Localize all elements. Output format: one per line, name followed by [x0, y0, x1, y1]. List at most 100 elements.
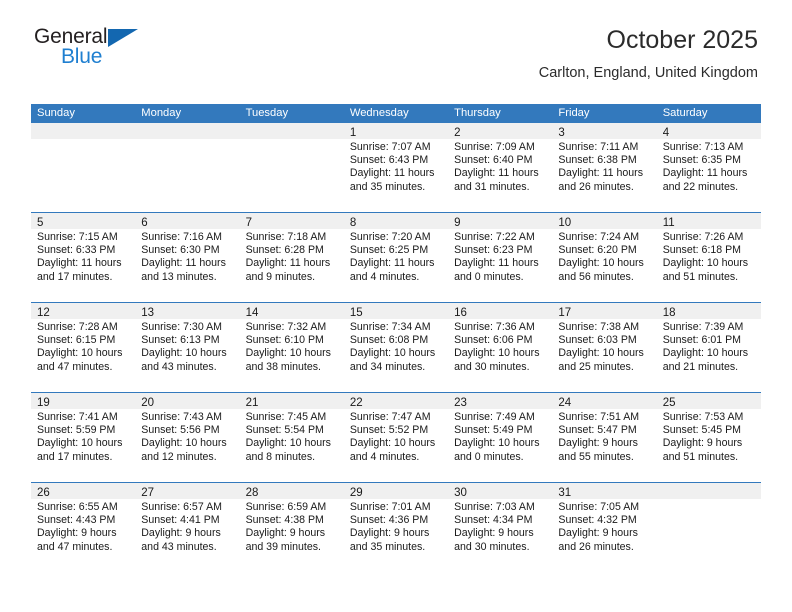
day-sun-info: Sunrise: 7:34 AM Sunset: 6:08 PM Daylight:…: [344, 319, 448, 374]
sunrise-text: Sunrise: 7:18 AM: [245, 231, 327, 243]
calendar-day-cell[interactable]: 2 Sunrise: 7:09 AM Sunset: 6:40 PM Daylight…: [448, 123, 553, 212]
calendar-day-cell[interactable]: 31 Sunrise: 7:05 AM Sunset: 4:32 PM Dayligh…: [552, 483, 657, 572]
day-number: 28: [245, 487, 259, 499]
sunrise-text: Sunrise: 6:57 AM: [141, 501, 222, 513]
day-number: 17: [558, 307, 572, 319]
calendar-day-cell[interactable]: 1 Sunrise: 7:07 AM Sunset: 6:43 PM Daylight…: [343, 123, 449, 212]
day-number: 20: [141, 397, 155, 409]
sunset-text: Sunset: 6:20 PM: [558, 244, 637, 257]
sunset-text: Sunset: 5:54 PM: [245, 424, 324, 437]
calendar-day-cell[interactable]: 29 Sunrise: 7:01 AM Sunset: 4:36 PM Dayligh…: [343, 483, 449, 572]
calendar-day-cell[interactable]: 20 Sunrise: 7:43 AM Sunset: 5:56 PM Dayligh…: [135, 393, 240, 482]
day-number-band: [656, 483, 761, 499]
day-number: 8: [349, 217, 357, 229]
calendar-day-cell[interactable]: 7 Sunrise: 7:18 AM Sunset: 6:28 PM Daylight…: [239, 213, 344, 302]
daylight-text: Daylight: 10 hours and 17 minutes.: [37, 437, 123, 463]
sunrise-text: Sunrise: 7:39 AM: [662, 321, 744, 333]
day-number-band: 13: [135, 303, 240, 319]
calendar-day-cell[interactable]: 8 Sunrise: 7:20 AM Sunset: 6:25 PM Daylight…: [343, 213, 449, 302]
day-number-band: [135, 123, 240, 139]
calendar-day-cell[interactable]: 30 Sunrise: 7:03 AM Sunset: 4:34 PM Dayligh…: [448, 483, 553, 572]
day-number-band: 19: [31, 393, 136, 409]
weekday-header-saturday: Saturday: [662, 107, 708, 119]
calendar-week-row: 19 Sunrise: 7:41 AM Sunset: 5:59 PM Dayligh…: [31, 392, 761, 482]
calendar-day-cell[interactable]: 3 Sunrise: 7:11 AM Sunset: 6:38 PM Daylight…: [552, 123, 657, 212]
daylight-text: Daylight: 10 hours and 12 minutes.: [141, 437, 227, 463]
daylight-text: Daylight: 10 hours and 8 minutes.: [245, 437, 331, 463]
calendar-day-cell[interactable]: 6 Sunrise: 7:16 AM Sunset: 6:30 PM Daylight…: [135, 213, 240, 302]
day-number-band: 3: [552, 123, 657, 139]
calendar-day-cell[interactable]: 26 Sunrise: 6:55 AM Sunset: 4:43 PM Dayligh…: [31, 483, 136, 572]
calendar-day-cell[interactable]: 21 Sunrise: 7:45 AM Sunset: 5:54 PM Dayligh…: [239, 393, 344, 482]
day-number: 1: [349, 127, 357, 139]
day-number-band: 25: [656, 393, 761, 409]
calendar-day-cell[interactable]: 14 Sunrise: 7:32 AM Sunset: 6:10 PM Dayligh…: [239, 303, 344, 392]
day-sun-info: Sunrise: 7:09 AM Sunset: 6:40 PM Daylight:…: [448, 139, 552, 194]
sunset-text: Sunset: 5:56 PM: [141, 424, 220, 437]
calendar-day-cell[interactable]: 9 Sunrise: 7:22 AM Sunset: 6:23 PM Daylight…: [448, 213, 553, 302]
day-sun-info: Sunrise: 7:24 AM Sunset: 6:20 PM Daylight:…: [552, 229, 656, 284]
calendar-day-cell[interactable]: 12 Sunrise: 7:28 AM Sunset: 6:15 PM Dayligh…: [31, 303, 136, 392]
calendar-day-cell[interactable]: 10 Sunrise: 7:24 AM Sunset: 6:20 PM Dayligh…: [552, 213, 657, 302]
day-sun-info: Sunrise: 7:53 AM Sunset: 5:45 PM Daylight:…: [657, 409, 761, 464]
calendar-day-cell[interactable]: 13 Sunrise: 7:30 AM Sunset: 6:13 PM Dayligh…: [135, 303, 240, 392]
day-number: 18: [662, 307, 676, 319]
sunset-text: Sunset: 5:45 PM: [662, 424, 742, 437]
calendar-day-cell[interactable]: 22 Sunrise: 7:47 AM Sunset: 5:52 PM Dayligh…: [343, 393, 449, 482]
sunrise-text: Sunrise: 7:07 AM: [349, 141, 431, 153]
day-number-band: 16: [448, 303, 553, 319]
day-sun-info: Sunrise: 7:41 AM Sunset: 5:59 PM Daylight:…: [31, 409, 135, 464]
day-sun-info: Sunrise: 7:51 AM Sunset: 5:47 PM Daylight:…: [552, 409, 656, 464]
calendar-day-cell[interactable]: 28 Sunrise: 6:59 AM Sunset: 4:38 PM Dayligh…: [239, 483, 344, 572]
calendar-day-cell[interactable]: 11 Sunrise: 7:26 AM Sunset: 6:18 PM Dayligh…: [656, 213, 761, 302]
calendar-day-cell[interactable]: 23 Sunrise: 7:49 AM Sunset: 5:49 PM Dayligh…: [448, 393, 553, 482]
daylight-text: Daylight: 11 hours and 13 minutes.: [141, 257, 226, 283]
weekday-header-row: Sunday Monday Tuesday Wednesday Thursday Frid…: [31, 104, 761, 123]
day-number: 21: [245, 397, 259, 409]
calendar-day-cell[interactable]: 4 Sunrise: 7:13 AM Sunset: 6:35 PM Daylight…: [656, 123, 761, 212]
day-number: 22: [349, 397, 363, 409]
calendar-day-cell[interactable]: 5 Sunrise: 7:15 AM Sunset: 6:33 PM Daylight…: [31, 213, 136, 302]
sunset-text: Sunset: 6:13 PM: [141, 334, 220, 347]
calendar-day-cell[interactable]: 19 Sunrise: 7:41 AM Sunset: 5:59 PM Dayligh…: [31, 393, 136, 482]
sunset-text: Sunset: 6:40 PM: [454, 154, 533, 167]
day-number: 16: [454, 307, 467, 319]
day-number-band: 31: [552, 483, 657, 499]
sunrise-text: Sunrise: 7:51 AM: [558, 411, 640, 423]
day-number-band: 15: [343, 303, 449, 319]
calendar-day-cell[interactable]: 17 Sunrise: 7:38 AM Sunset: 6:03 PM Dayligh…: [552, 303, 657, 392]
sunrise-text: Sunrise: 7:16 AM: [141, 231, 222, 243]
calendar-day-cell[interactable]: 27 Sunrise: 6:57 AM Sunset: 4:41 PM Dayligh…: [135, 483, 240, 572]
day-number: 14: [245, 307, 259, 319]
sunset-text: Sunset: 6:25 PM: [349, 244, 429, 257]
calendar-day-cell[interactable]: 18 Sunrise: 7:39 AM Sunset: 6:01 PM Dayligh…: [656, 303, 761, 392]
sunset-text: Sunset: 5:47 PM: [558, 424, 637, 437]
sunrise-text: Sunrise: 7:45 AM: [245, 411, 327, 423]
calendar-day-cell[interactable]: 24 Sunrise: 7:51 AM Sunset: 5:47 PM Dayligh…: [552, 393, 657, 482]
calendar-day-cell[interactable]: 16 Sunrise: 7:36 AM Sunset: 6:06 PM Dayligh…: [448, 303, 553, 392]
daylight-text: Daylight: 9 hours and 39 minutes.: [245, 527, 326, 553]
sunset-text: Sunset: 6:28 PM: [245, 244, 324, 257]
day-number: 26: [37, 487, 50, 499]
day-number-band: 17: [552, 303, 657, 319]
day-number: 13: [141, 307, 155, 319]
day-number-band: 6: [135, 213, 240, 229]
sunset-text: Sunset: 6:30 PM: [141, 244, 220, 257]
calendar-day-cell[interactable]: 25 Sunrise: 7:53 AM Sunset: 5:45 PM Dayligh…: [656, 393, 761, 482]
day-number: 23: [454, 397, 467, 409]
day-number-band: 14: [239, 303, 344, 319]
day-number-band: 12: [31, 303, 136, 319]
sunrise-text: Sunrise: 7:38 AM: [558, 321, 640, 333]
daylight-text: Daylight: 11 hours and 0 minutes.: [454, 257, 539, 283]
day-sun-info: Sunrise: 7:07 AM Sunset: 6:43 PM Daylight:…: [344, 139, 448, 194]
sunset-text: Sunset: 6:08 PM: [349, 334, 429, 347]
sunrise-text: Sunrise: 7:41 AM: [37, 411, 118, 423]
day-number: 27: [141, 487, 155, 499]
day-sun-info: Sunrise: 7:32 AM Sunset: 6:10 PM Daylight:…: [240, 319, 344, 374]
sunset-text: Sunset: 4:32 PM: [558, 514, 637, 527]
calendar-day-cell[interactable]: 15 Sunrise: 7:34 AM Sunset: 6:08 PM Dayligh…: [343, 303, 449, 392]
daylight-text: Daylight: 9 hours and 30 minutes.: [454, 527, 534, 553]
page-header: General Blue October 2025 Carlton, Engla…: [0, 0, 792, 82]
day-sun-info: Sunrise: 7:28 AM Sunset: 6:15 PM Daylight:…: [31, 319, 135, 374]
day-sun-info: Sunrise: 7:36 AM Sunset: 6:06 PM Daylight:…: [448, 319, 552, 374]
